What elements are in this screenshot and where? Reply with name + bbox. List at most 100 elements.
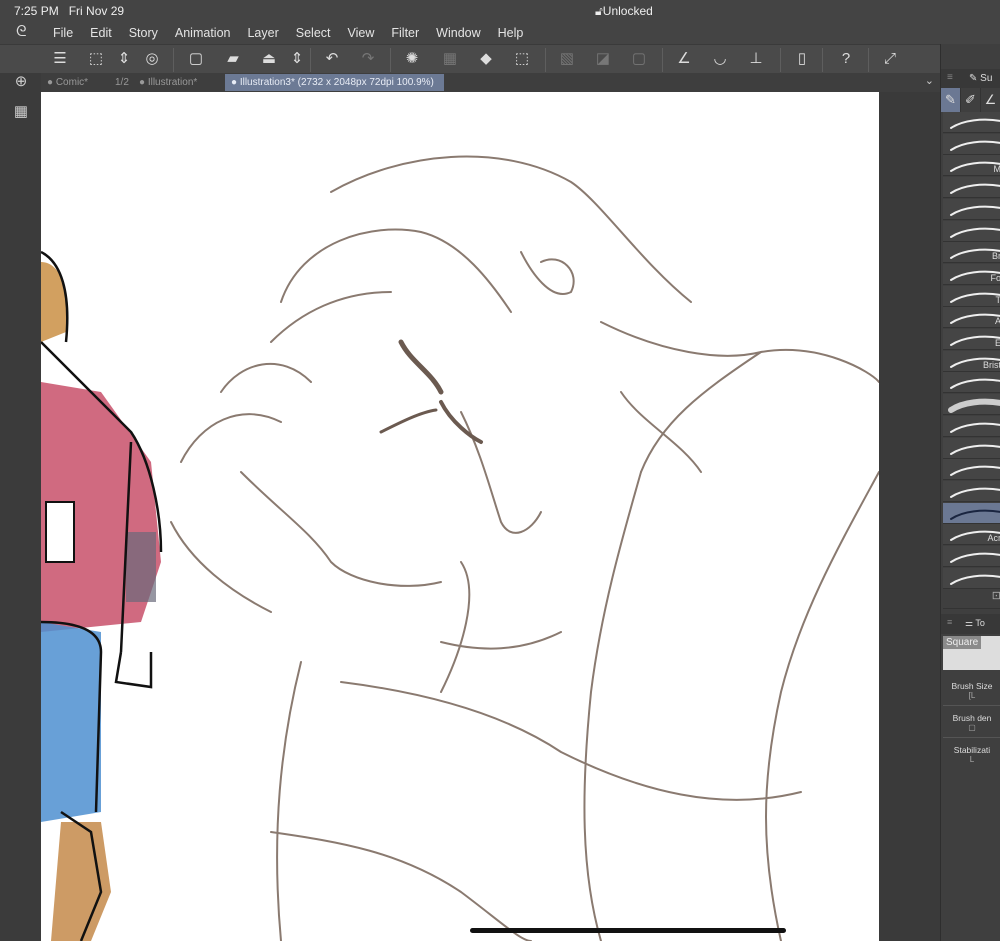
- menu-filter[interactable]: Filter: [391, 26, 419, 40]
- palette-menu-icon[interactable]: ≡: [947, 617, 952, 627]
- tool-property-tab[interactable]: ⚌ To: [965, 618, 985, 629]
- tool-property-panel: ≡ ⚌ To Square Brush Size [L Brush den ▢ Sta…: [941, 614, 1000, 941]
- menu-help[interactable]: Help: [498, 26, 524, 40]
- palette-menu-icon[interactable]: ≡: [947, 72, 953, 83]
- right-panel: ≡ ✎ Su ✎ ✐ ∠ M Br Fo T A E Brist Acr ⊡ ≡ ⚌ To Squ…: [940, 44, 1000, 941]
- fullscreen-icon[interactable]: ⤢: [880, 49, 900, 69]
- brush-item[interactable]: [943, 567, 1000, 589]
- brush-stroke-preview: [950, 292, 1000, 303]
- document-tabs: ● Comic* 1/2 ● Illustration* ● Illustrati…: [41, 73, 940, 92]
- brush-stroke-preview: [950, 487, 1000, 498]
- brush-label: A: [995, 316, 1000, 326]
- brush-label: Brist: [983, 359, 1000, 370]
- side-character: [41, 250, 163, 941]
- brush-stroke-preview: [950, 183, 1000, 195]
- tab-illustration3[interactable]: ● Illustration3* (2732 x 2048px 72dpi 10…: [225, 74, 444, 91]
- selection-icon[interactable]: ⬚: [512, 49, 532, 69]
- perspective-icon[interactable]: ⊥: [746, 49, 766, 69]
- updown-icon[interactable]: ⇕: [287, 49, 307, 69]
- import-brush-icon[interactable]: ⊡: [943, 589, 1000, 609]
- brush-item[interactable]: [943, 220, 1000, 242]
- marker-kind-tab[interactable]: ✐: [961, 88, 981, 112]
- stabilization-property[interactable]: Stabilizati L: [943, 740, 1000, 770]
- pencil-kind-tab[interactable]: ∠: [981, 88, 1000, 112]
- clear-selection-icon[interactable]: ▧: [557, 49, 577, 69]
- brush-size-property[interactable]: Brush Size [L: [943, 676, 1000, 706]
- brush-item[interactable]: [943, 437, 1000, 459]
- help-icon[interactable]: ?: [836, 49, 856, 69]
- brush-stroke-preview: [950, 444, 1000, 455]
- drawing-canvas[interactable]: [41, 92, 879, 941]
- menu-animation[interactable]: Animation: [175, 26, 231, 40]
- transform-icon[interactable]: ▦: [440, 49, 460, 69]
- brush-item[interactable]: [943, 502, 1000, 524]
- brush-density-property[interactable]: Brush den ▢: [943, 708, 1000, 738]
- pen-kind-tab[interactable]: ✎: [941, 88, 961, 112]
- brush-item[interactable]: Br: [943, 242, 1000, 264]
- brush-stroke-preview: [950, 140, 1000, 151]
- undo-icon[interactable]: ↶: [322, 49, 342, 69]
- menu-window[interactable]: Window: [436, 26, 480, 40]
- menu-file[interactable]: File: [53, 26, 73, 40]
- brush-stroke-preview: [950, 118, 1000, 129]
- updown-icon[interactable]: ⇕: [114, 49, 134, 69]
- brush-stroke-preview: [950, 465, 1000, 477]
- device-icon[interactable]: ▯: [792, 49, 812, 69]
- invert-icon[interactable]: ◪: [593, 49, 613, 69]
- lock-status: 🔓︎Unlocked: [595, 4, 653, 18]
- brush-item[interactable]: M: [943, 155, 1000, 177]
- menu-layer[interactable]: Layer: [247, 26, 278, 40]
- canvas-area[interactable]: [41, 92, 940, 941]
- eyedropper-icon[interactable]: ⬚: [86, 49, 106, 69]
- new-file-icon[interactable]: ▢: [186, 49, 206, 69]
- brush-stroke-preview: [950, 314, 1000, 325]
- brush-item[interactable]: Acr: [943, 524, 1000, 546]
- subtool-tab[interactable]: ✎ Su: [969, 73, 992, 84]
- save-icon[interactable]: ⏏: [259, 49, 279, 69]
- brush-label: M: [994, 164, 1000, 174]
- redo-icon[interactable]: ↷: [358, 49, 378, 69]
- brush-item[interactable]: [943, 198, 1000, 220]
- brush-item[interactable]: Brist: [943, 350, 1000, 372]
- menu-story[interactable]: Story: [129, 26, 158, 40]
- brush-item[interactable]: Fo: [943, 263, 1000, 285]
- tab-illustration[interactable]: ● Illustration*: [133, 74, 223, 91]
- brush-item[interactable]: [943, 372, 1000, 394]
- brush-item[interactable]: [943, 133, 1000, 155]
- brush-stroke-preview: [950, 162, 1000, 173]
- loading-icon[interactable]: ✺: [402, 49, 422, 69]
- brush-item[interactable]: [943, 394, 1000, 416]
- menu-view[interactable]: View: [348, 26, 375, 40]
- brush-stroke-preview: [950, 422, 1000, 433]
- brush-item[interactable]: [943, 480, 1000, 502]
- border-icon[interactable]: ▢: [629, 49, 649, 69]
- curve-ruler-icon[interactable]: ◡: [710, 49, 730, 69]
- brush-label: E: [995, 338, 1000, 348]
- chevron-down-icon[interactable]: ⌄: [925, 74, 934, 87]
- brush-preview: Square: [943, 636, 1000, 670]
- menu-edit[interactable]: Edit: [90, 26, 112, 40]
- brush-item[interactable]: [943, 459, 1000, 481]
- brush-item[interactable]: [943, 415, 1000, 437]
- fill-icon[interactable]: ◆: [476, 49, 496, 69]
- calendar-grid-icon[interactable]: ▦: [11, 102, 31, 122]
- ruler-icon[interactable]: ∠: [674, 49, 694, 69]
- command-bar: ☰ ⬚ ⇕ ◎ ▢ ▰ ⏏ ⇕ ↶ ↷ ✺ ▦ ◆ ⬚ ▧ ◪ ▢ ∠ ◡ ⊥ …: [0, 44, 940, 73]
- brush-stroke-preview: [950, 509, 1000, 520]
- open-folder-icon[interactable]: ▰: [223, 49, 243, 69]
- brush-item[interactable]: [943, 177, 1000, 199]
- brush-label: Fo: [990, 272, 1000, 283]
- home-indicator[interactable]: [470, 928, 786, 933]
- menu-icon[interactable]: ☰: [50, 49, 70, 69]
- brush-item[interactable]: A: [943, 307, 1000, 329]
- search-navigator-icon[interactable]: ⊕: [11, 72, 31, 92]
- brush-item[interactable]: E: [943, 329, 1000, 350]
- tab-comic[interactable]: ● Comic* 1/2: [41, 74, 131, 91]
- ios-status-bar: 7:25 PM Fri Nov 29 🔓︎Unlocked: [0, 0, 1000, 22]
- menu-select[interactable]: Select: [296, 26, 331, 40]
- brush-item[interactable]: T: [943, 285, 1000, 307]
- companion-icon[interactable]: ◎: [142, 49, 162, 69]
- brush-item[interactable]: [943, 112, 1000, 133]
- brush-item[interactable]: [943, 546, 1000, 567]
- app-logo-icon[interactable]: ᘓ: [16, 23, 27, 40]
